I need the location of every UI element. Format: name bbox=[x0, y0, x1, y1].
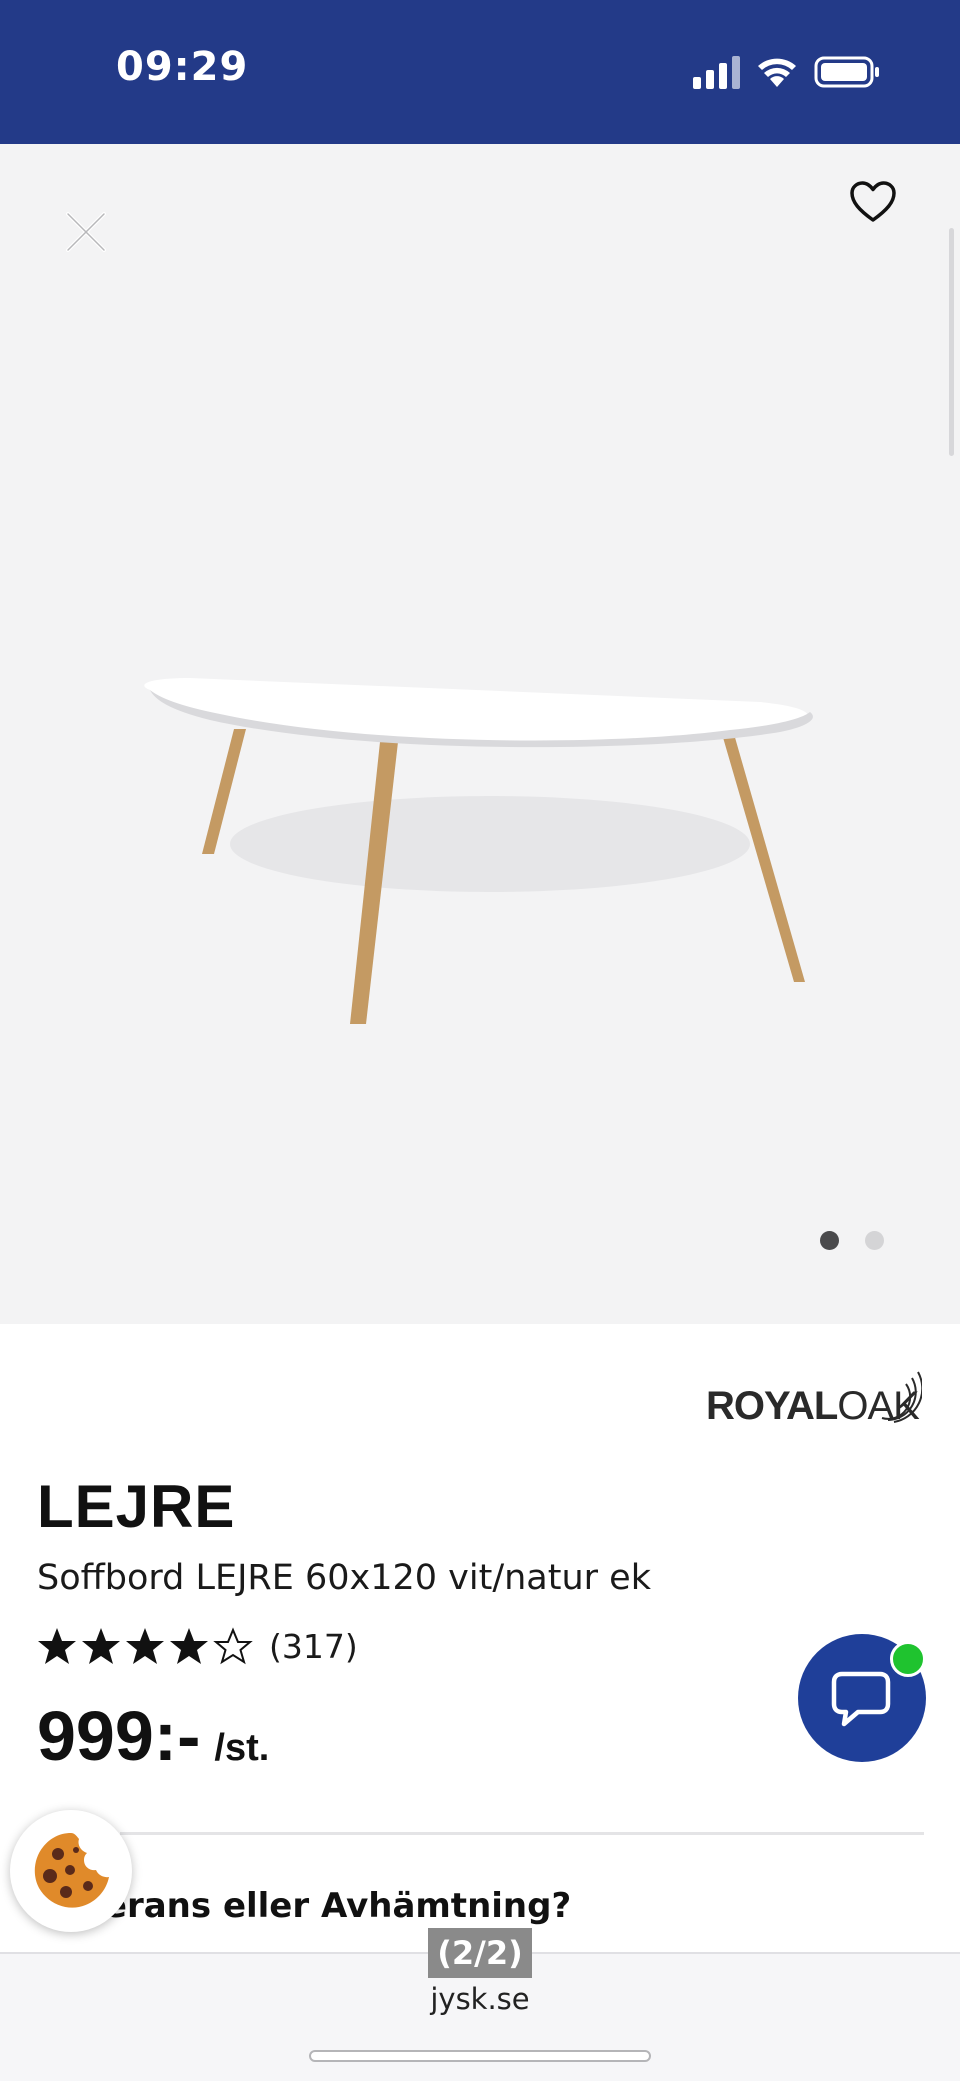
product-image bbox=[144, 678, 813, 1024]
cookie-settings-button[interactable] bbox=[10, 1810, 132, 1932]
cookie-icon bbox=[34, 1833, 109, 1908]
price-unit: /st. bbox=[214, 1727, 270, 1769]
gallery-pagination[interactable] bbox=[820, 1231, 884, 1250]
star-filled-icon bbox=[170, 1628, 208, 1664]
wifi-icon bbox=[758, 58, 796, 87]
star-filled-icon bbox=[82, 1628, 120, 1664]
product-rating[interactable]: (317) bbox=[37, 1626, 358, 1666]
brand-logo-arcs-icon bbox=[881, 1371, 922, 1423]
chat-online-indicator bbox=[890, 1641, 926, 1677]
address-bar-url[interactable]: jysk.se bbox=[0, 1982, 960, 2016]
cellular-signal-icon bbox=[693, 55, 740, 89]
status-bar: 09:29 bbox=[0, 0, 960, 144]
star-filled-icon bbox=[126, 1628, 164, 1664]
heart-icon[interactable] bbox=[849, 180, 897, 224]
star-empty-icon bbox=[213, 1627, 253, 1665]
star-filled-icon bbox=[38, 1628, 76, 1664]
product-price: 999:- /st. bbox=[37, 1696, 269, 1776]
status-time: 09:29 bbox=[116, 44, 249, 90]
divider bbox=[120, 1832, 924, 1835]
price-value: 999:- bbox=[37, 1697, 201, 1775]
status-icons bbox=[693, 52, 880, 92]
product-gallery[interactable] bbox=[0, 144, 960, 1324]
home-indicator[interactable] bbox=[309, 2050, 651, 2062]
product-subtitle: Soffbord LEJRE 60x120 vit/natur ek bbox=[37, 1558, 651, 1598]
pagination-dot-1[interactable] bbox=[820, 1231, 839, 1250]
scrollbar[interactable] bbox=[949, 228, 954, 456]
close-icon[interactable] bbox=[62, 208, 110, 256]
pagination-dot-2[interactable] bbox=[865, 1231, 884, 1250]
brand-logo-bold: ROYAL bbox=[706, 1384, 838, 1428]
chat-bubble-icon bbox=[831, 1671, 891, 1727]
product-title: LEJRE bbox=[37, 1473, 236, 1540]
battery-icon bbox=[814, 56, 879, 88]
page-indicator: (2/2) bbox=[428, 1928, 532, 1978]
rating-count[interactable]: (317) bbox=[269, 1627, 358, 1666]
